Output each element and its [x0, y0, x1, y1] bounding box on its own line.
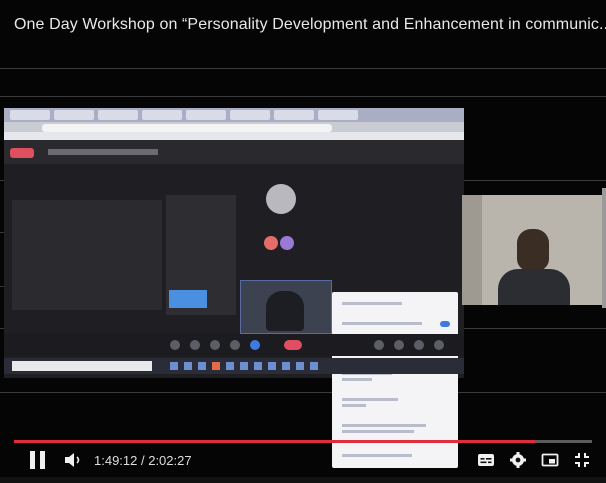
- browser-address-bar: [42, 124, 332, 132]
- taskbar-app-icon: [268, 362, 276, 370]
- chat-text: [342, 430, 414, 433]
- fullscreen-exit-button[interactable]: [573, 451, 591, 469]
- chat-toggle: [440, 321, 450, 327]
- call-action-button: [169, 290, 207, 308]
- recording-badge: [10, 148, 34, 158]
- browser-tab: [142, 110, 182, 120]
- settings-button[interactable]: [509, 451, 527, 469]
- fullscreen-exit-icon: [575, 453, 589, 467]
- call-control-icon: [170, 340, 180, 350]
- call-control-icon: [250, 340, 260, 350]
- call-control-icon: [210, 340, 220, 350]
- webcam-background: [462, 195, 482, 305]
- miniplayer-button[interactable]: [541, 451, 559, 469]
- time-display: 1:49:12 / 2:02:27: [94, 453, 192, 468]
- player-controls: 1:49:12 / 2:02:27: [0, 447, 606, 477]
- taskbar-app-icon: [296, 362, 304, 370]
- browser-tab: [318, 110, 358, 120]
- avatar: [280, 236, 294, 250]
- chat-text: [342, 322, 422, 325]
- end-call-icon: [284, 340, 302, 350]
- presenter-body: [498, 269, 570, 305]
- volume-button[interactable]: [64, 452, 86, 468]
- browser-tab: [274, 110, 314, 120]
- browser-tab: [10, 110, 50, 120]
- seek-bar[interactable]: [14, 440, 592, 443]
- browser-tab: [186, 110, 226, 120]
- taskbar-app-icon: [282, 362, 290, 370]
- participant-tile: [12, 200, 162, 310]
- call-control-icon: [414, 340, 424, 350]
- avatar: [264, 236, 278, 250]
- call-control-icon: [434, 340, 444, 350]
- browser-tab: [54, 110, 94, 120]
- frame-edge: [602, 188, 606, 308]
- chat-text: [342, 424, 426, 427]
- taskbar-app-icon: [240, 362, 248, 370]
- taskbar-app-icon: [226, 362, 234, 370]
- shared-browser-window: [4, 108, 464, 140]
- chat-text: [342, 378, 372, 381]
- browser-tab-bar: [4, 108, 464, 122]
- call-control-icon: [230, 340, 240, 350]
- browser-bookmarks-bar: [4, 132, 464, 140]
- presenter-head: [517, 229, 549, 271]
- windows-taskbar: [4, 358, 464, 374]
- taskbar-app-icon: [212, 362, 220, 370]
- taskbar-app-icon: [254, 362, 262, 370]
- call-controls-bar: [4, 334, 464, 356]
- participant-silhouette: [266, 291, 304, 331]
- self-view-camera: [240, 280, 332, 334]
- browser-tab: [230, 110, 270, 120]
- call-header: [4, 140, 464, 164]
- chat-text: [342, 398, 398, 401]
- subtitles-icon: [478, 454, 494, 466]
- chat-text: [342, 302, 402, 305]
- video-player[interactable]: One Day Workshop on “Personality Develop…: [0, 0, 606, 483]
- video-title: One Day Workshop on “Personality Develop…: [14, 16, 606, 33]
- call-control-icon: [374, 340, 384, 350]
- call-title: [48, 149, 158, 155]
- volume-icon: [65, 453, 80, 467]
- gear-icon: [510, 452, 526, 468]
- taskbar-search-box: [12, 361, 152, 371]
- webcam-feed: [462, 195, 602, 305]
- miniplayer-icon: [541, 453, 559, 467]
- taskbar-app-icon: [310, 362, 318, 370]
- taskbar-app-icon: [184, 362, 192, 370]
- taskbar-app-icon: [198, 362, 206, 370]
- seek-bar-progress: [14, 440, 536, 443]
- call-control-icon: [190, 340, 200, 350]
- browser-tab: [98, 110, 138, 120]
- pause-button[interactable]: [30, 451, 46, 469]
- subtitles-button[interactable]: [477, 451, 495, 469]
- scan-line: [0, 392, 606, 393]
- frame-bottom-edge: [0, 477, 606, 483]
- scan-line: [0, 68, 606, 69]
- scan-line: [0, 96, 606, 97]
- taskbar-app-icon: [170, 362, 178, 370]
- chat-text: [342, 404, 366, 407]
- avatar: [266, 184, 296, 214]
- call-control-icon: [394, 340, 404, 350]
